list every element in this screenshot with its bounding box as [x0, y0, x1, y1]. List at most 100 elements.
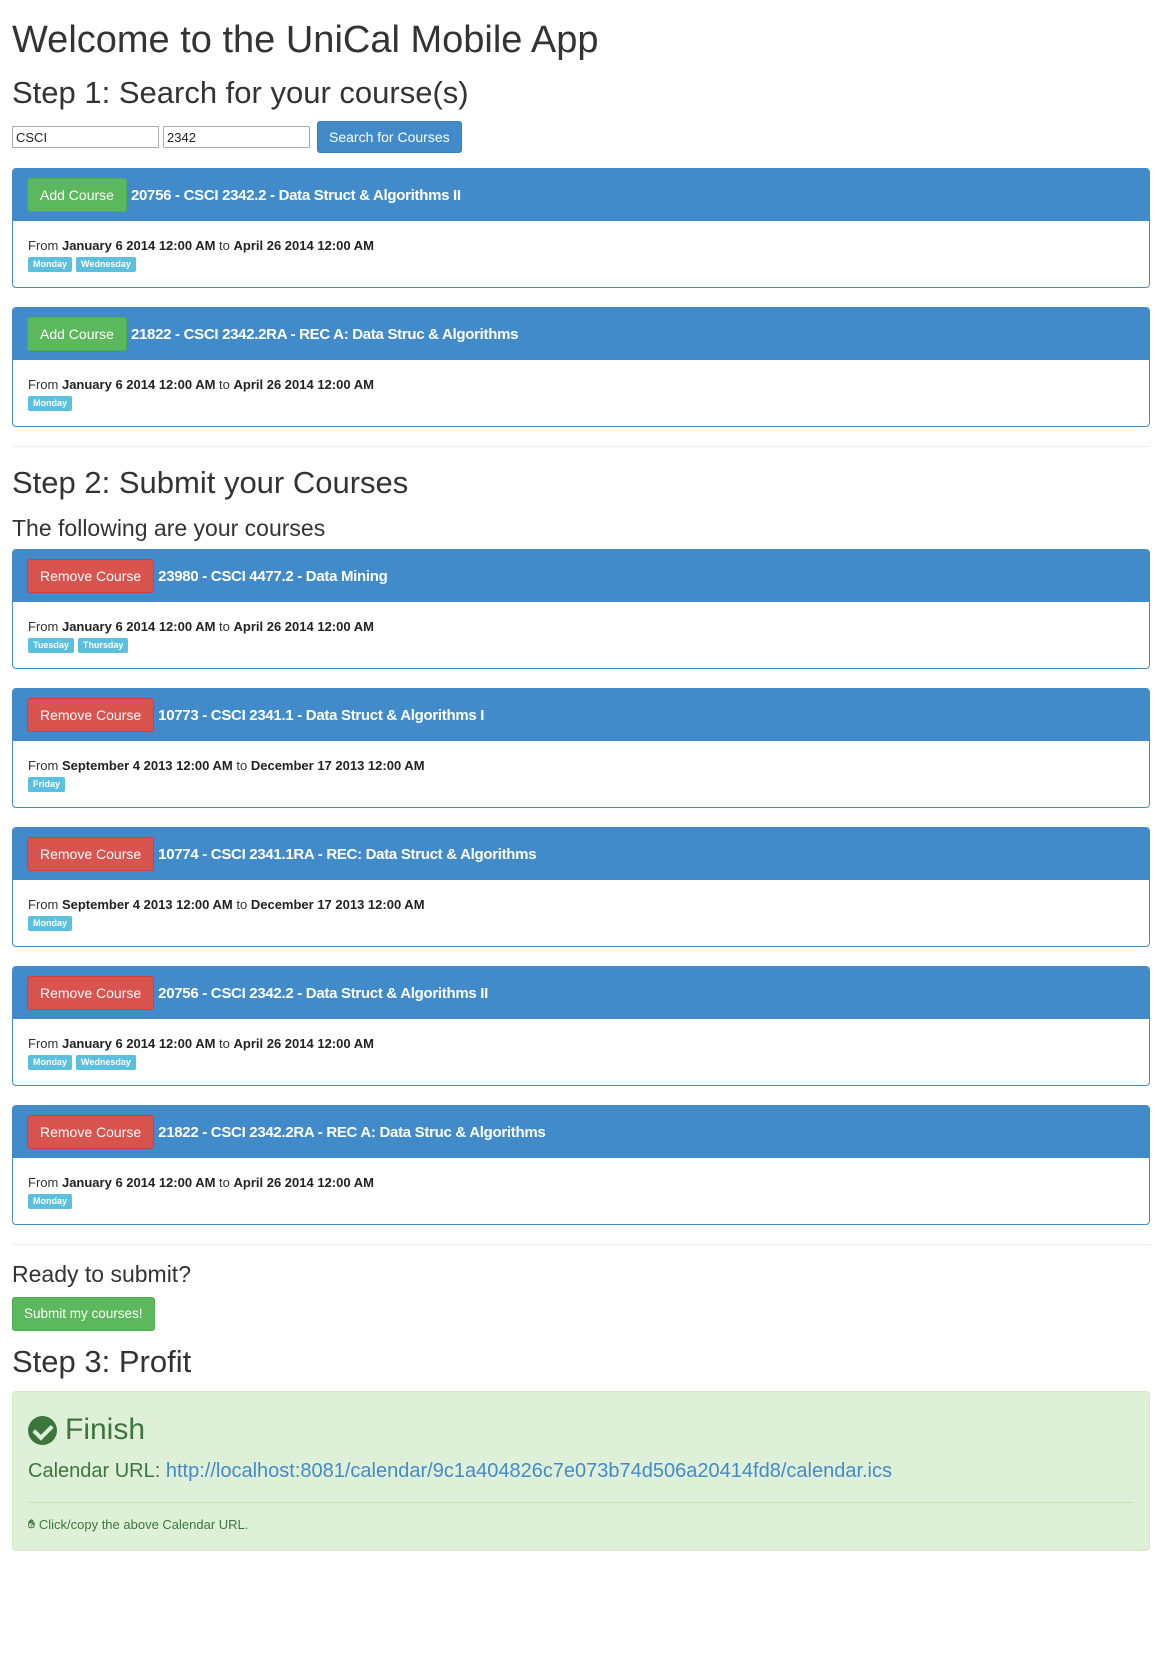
course-panel-heading: Add Course 21822 - CSCI 2342.2RA - REC A… [13, 308, 1149, 360]
course-days: Monday Wednesday [28, 1055, 1134, 1070]
course-panel: Add Course 21822 - CSCI 2342.2RA - REC A… [12, 307, 1150, 427]
course-action-button[interactable]: Add Course [27, 178, 127, 212]
course-end-date: December 17 2013 12:00 AM [250, 897, 425, 912]
finish-alert: Finish Calendar URL: http://localhost:80… [12, 1391, 1150, 1551]
course-panel: Remove Course 21822 - CSCI 2342.2RA - RE… [12, 1105, 1150, 1225]
course-dates: From September 4 2013 12:00 AM to Decemb… [28, 897, 1134, 913]
course-start-date: September 4 2013 12:00 AM [61, 758, 233, 773]
course-action-button[interactable]: Remove Course [27, 976, 155, 1010]
day-badge: Thursday [77, 638, 129, 653]
calendar-url-link[interactable]: http://localhost:8081/calendar/9c1a40482… [166, 1460, 892, 1482]
course-panel: Remove Course 10774 - CSCI 2341.1RA - RE… [12, 827, 1150, 947]
from-label: From [28, 238, 59, 253]
course-end-date: December 17 2013 12:00 AM [250, 758, 425, 773]
course-panel-body: From January 6 2014 12:00 AM to April 26… [13, 221, 1149, 287]
day-badge: Tuesday [28, 638, 74, 653]
course-end-date: April 26 2014 12:00 AM [233, 1175, 374, 1190]
search-courses-button[interactable]: Search for Courses [317, 121, 462, 153]
day-badge: Friday [28, 777, 66, 792]
course-dates: From January 6 2014 12:00 AM to April 26… [28, 1175, 1134, 1191]
from-label: From [28, 1175, 59, 1190]
calendar-url-row: Calendar URL: http://localhost:8081/cale… [28, 1458, 1134, 1484]
course-panel-heading: Remove Course 10773 - CSCI 2341.1 - Data… [13, 689, 1149, 741]
to-label: to [219, 619, 230, 634]
my-courses-list: Remove Course 23980 - CSCI 4477.2 - Data… [12, 549, 1157, 1225]
course-days: Monday [28, 1194, 1134, 1209]
day-badge: Monday [28, 916, 73, 931]
step2-heading: Step 2: Submit your Courses [12, 465, 409, 500]
course-dates: From January 6 2014 12:00 AM to April 26… [28, 619, 1134, 635]
to-label: to [219, 1175, 230, 1190]
course-days: Friday [28, 777, 1134, 792]
my-courses-heading: The following are your courses [12, 515, 326, 541]
calendar-url-label: Calendar URL: [28, 1460, 161, 1482]
course-panel-body: From January 6 2014 12:00 AM to April 26… [13, 1019, 1149, 1085]
course-action-button[interactable]: Remove Course [27, 1115, 155, 1149]
course-panel-heading: Remove Course 20756 - CSCI 2342.2 - Data… [13, 967, 1149, 1019]
divider [12, 446, 1150, 447]
course-start-date: January 6 2014 12:00 AM [61, 377, 216, 392]
course-panel-body: From September 4 2013 12:00 AM to Decemb… [13, 741, 1149, 807]
course-title: 21822 - CSCI 2342.2RA - REC A: Data Stru… [158, 1123, 546, 1141]
finish-header: Finish [28, 1412, 1134, 1448]
course-start-date: January 6 2014 12:00 AM [61, 1036, 216, 1051]
course-end-date: April 26 2014 12:00 AM [233, 377, 374, 392]
course-title: 10773 - CSCI 2341.1 - Data Struct & Algo… [158, 706, 485, 724]
course-start-date: January 6 2014 12:00 AM [61, 238, 216, 253]
page-title: Welcome to the UniCal Mobile App [12, 19, 599, 61]
search-results: Add Course 20756 - CSCI 2342.2 - Data St… [12, 168, 1157, 427]
course-dates: From January 6 2014 12:00 AM to April 26… [28, 238, 1134, 254]
course-action-button[interactable]: Remove Course [27, 698, 155, 732]
step3-heading: Step 3: Profit [12, 1344, 192, 1379]
course-action-button[interactable]: Add Course [27, 317, 127, 351]
course-panel-heading: Add Course 20756 - CSCI 2342.2 - Data St… [13, 169, 1149, 221]
course-action-button[interactable]: Remove Course [27, 559, 155, 593]
from-label: From [28, 377, 59, 392]
course-panel-body: From January 6 2014 12:00 AM to April 26… [13, 360, 1149, 426]
course-dates: From January 6 2014 12:00 AM to April 26… [28, 377, 1134, 393]
from-label: From [28, 758, 59, 773]
subject-input[interactable] [12, 126, 159, 148]
course-end-date: April 26 2014 12:00 AM [233, 1036, 374, 1051]
page: Welcome to the UniCal Mobile App Step 1:… [0, 0, 1169, 1551]
course-dates: From January 6 2014 12:00 AM to April 26… [28, 1036, 1134, 1052]
course-action-button[interactable]: Remove Course [27, 837, 155, 871]
day-badge: Monday [28, 396, 73, 411]
course-panel: Add Course 20756 - CSCI 2342.2 - Data St… [12, 168, 1150, 288]
to-label: to [236, 758, 248, 773]
course-end-date: April 26 2014 12:00 AM [233, 238, 374, 253]
alert-divider [28, 1502, 1134, 1503]
from-label: From [28, 1036, 59, 1051]
step1-heading: Step 1: Search for your course(s) [12, 75, 469, 110]
course-number-input[interactable] [163, 126, 310, 148]
course-dates: From September 4 2013 12:00 AM to Decemb… [28, 758, 1134, 774]
course-title: 23980 - CSCI 4477.2 - Data Mining [158, 567, 388, 585]
search-form: Search for Courses [12, 120, 1157, 154]
from-label: From [28, 619, 59, 634]
ready-heading: Ready to submit? [12, 1261, 191, 1287]
to-label: to [236, 897, 248, 912]
course-panel: Remove Course 23980 - CSCI 4477.2 - Data… [12, 549, 1150, 669]
submit-courses-button[interactable]: Submit my courses! [12, 1297, 155, 1331]
divider [12, 1244, 1150, 1245]
to-label: to [219, 1036, 230, 1051]
calendar-hint: ✋︎ Click/copy the above Calendar URL. [28, 1517, 1134, 1532]
day-badge: Monday [28, 257, 73, 272]
from-label: From [28, 897, 59, 912]
course-end-date: April 26 2014 12:00 AM [233, 619, 374, 634]
to-label: to [219, 377, 230, 392]
check-circle-icon [28, 1415, 57, 1445]
hand-pointer-icon: ✋︎ [28, 1517, 35, 1531]
course-title: 20756 - CSCI 2342.2 - Data Struct & Algo… [158, 984, 489, 1002]
course-panel-heading: Remove Course 23980 - CSCI 4477.2 - Data… [13, 550, 1149, 602]
course-start-date: January 6 2014 12:00 AM [61, 619, 216, 634]
course-title: 20756 - CSCI 2342.2 - Data Struct & Algo… [130, 186, 461, 204]
day-badge: Wednesday [76, 1055, 136, 1070]
course-panel: Remove Course 20756 - CSCI 2342.2 - Data… [12, 966, 1150, 1086]
course-days: Tuesday Thursday [28, 638, 1134, 653]
course-days: Monday Wednesday [28, 257, 1134, 272]
course-days: Monday [28, 396, 1134, 411]
course-panel: Remove Course 10773 - CSCI 2341.1 - Data… [12, 688, 1150, 808]
finish-title: Finish [65, 1413, 146, 1446]
course-start-date: January 6 2014 12:00 AM [61, 1175, 216, 1190]
